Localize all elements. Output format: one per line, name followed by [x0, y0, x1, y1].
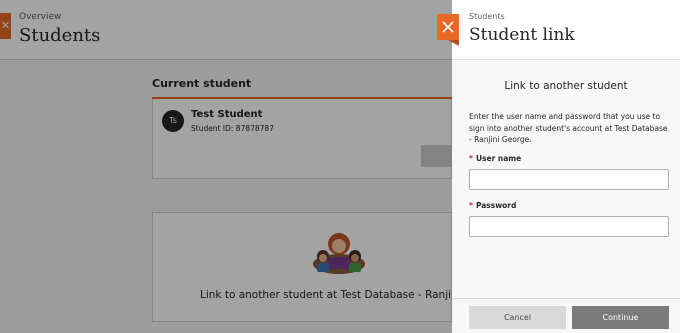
breadcrumb[interactable]: Students: [469, 12, 505, 21]
password-label: * Password: [469, 201, 516, 210]
continue-button[interactable]: Continue: [572, 306, 669, 329]
password-field[interactable]: [469, 216, 669, 237]
modal-overlay[interactable]: [0, 0, 452, 333]
required-marker: *: [469, 201, 473, 210]
username-field[interactable]: [469, 169, 669, 190]
student-link-panel: Students Student link Link to another st…: [452, 0, 680, 333]
panel-close-button[interactable]: [437, 14, 459, 46]
username-label-text: User name: [475, 154, 522, 163]
cancel-button[interactable]: Cancel: [469, 306, 566, 329]
username-label: * User name: [469, 154, 521, 163]
page-title: Student link: [469, 25, 575, 45]
panel-header: Students Student link: [452, 0, 680, 60]
section-heading: Link to another student: [504, 80, 628, 92]
close-icon: [442, 21, 454, 33]
instructions-text: Enter the user name and password that yo…: [469, 112, 668, 144]
password-label-text: Password: [475, 201, 517, 210]
required-marker: *: [469, 154, 473, 163]
